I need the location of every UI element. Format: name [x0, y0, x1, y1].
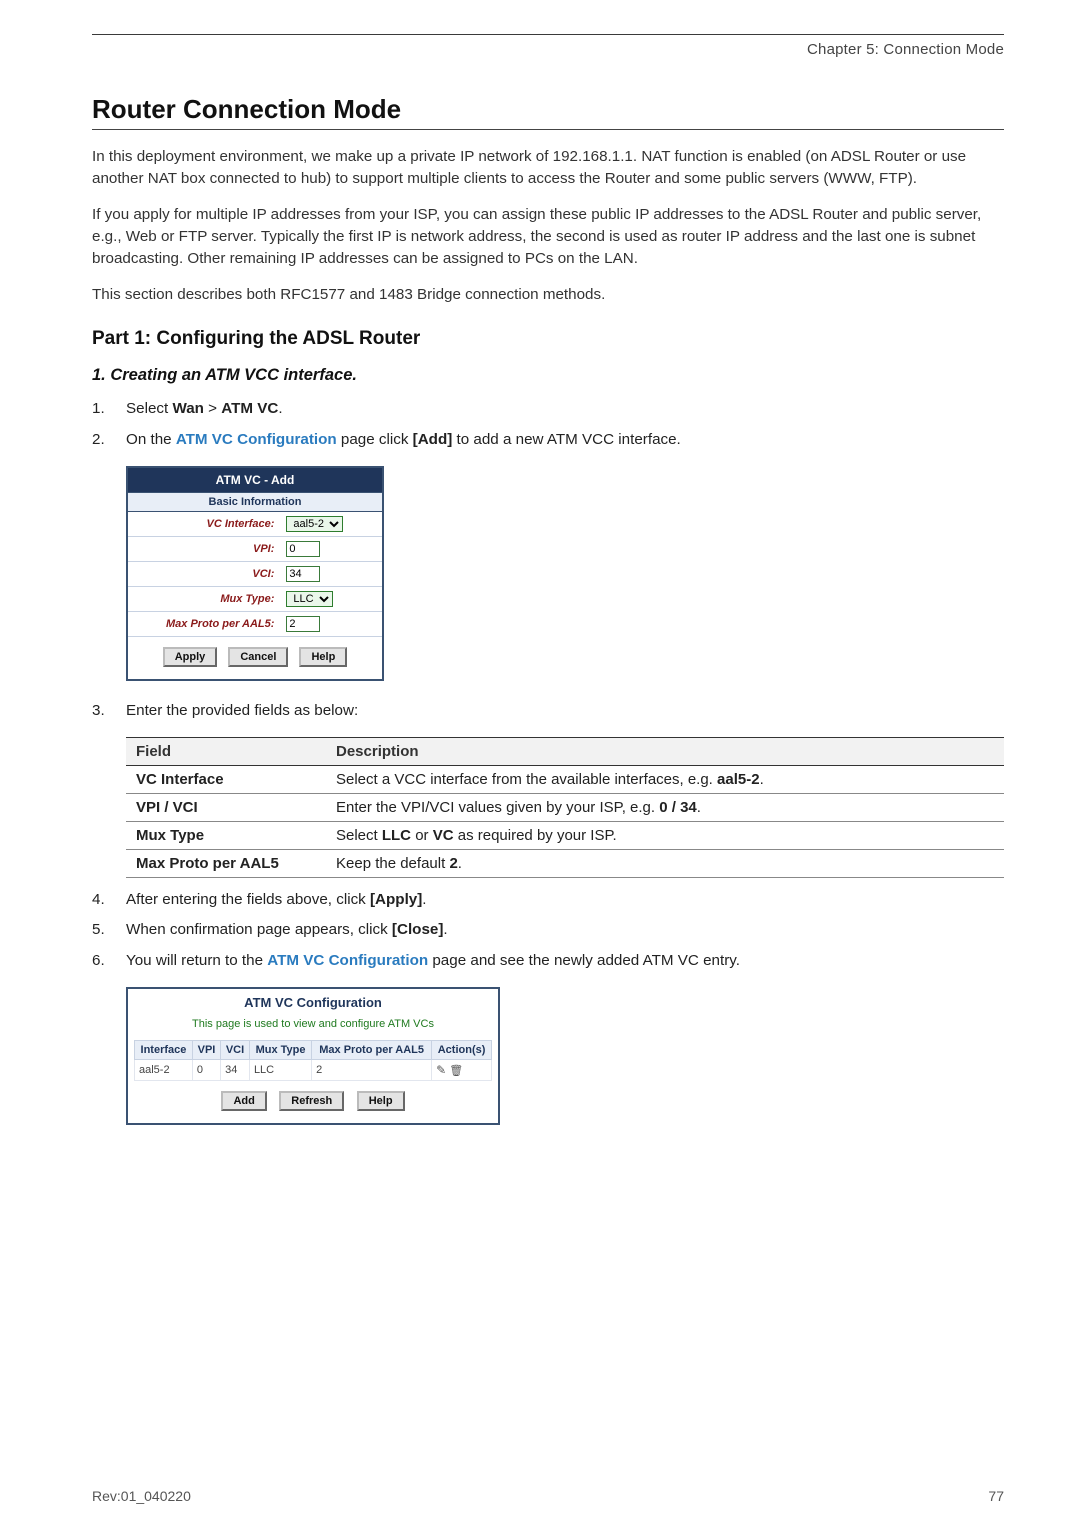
field-description-table: Field Description VC Interface Select a …: [126, 737, 1004, 878]
step-number: 1.: [92, 397, 126, 421]
atm-conf-title: ATM VC Configuration: [128, 989, 498, 1012]
mux-type-select[interactable]: LLC: [286, 591, 333, 607]
intro-para-2: If you apply for multiple IP addresses f…: [92, 204, 1004, 270]
atm-vc-config-link: ATM VC Configuration: [176, 431, 337, 448]
col-vci: VCI: [221, 1041, 250, 1060]
intro-para-3: This section describes both RFC1577 and …: [92, 284, 1004, 306]
refresh-button[interactable]: Refresh: [279, 1091, 344, 1111]
basic-info-header: Basic Information: [128, 492, 382, 511]
help-button[interactable]: Help: [299, 647, 347, 667]
step-2-text: On the ATM VC Configuration page click […: [126, 428, 1004, 452]
vci-input[interactable]: [286, 566, 320, 582]
intro-para-1: In this deployment environment, we make …: [92, 146, 1004, 190]
col-description: Description: [326, 738, 1004, 766]
step-number: 6.: [92, 949, 126, 973]
vc-interface-label: VC Interface:: [128, 511, 280, 536]
part1-heading: Part 1: Configuring the ADSL Router: [92, 328, 1004, 350]
step-4-text: After entering the fields above, click […: [126, 888, 1004, 912]
table-row: aal5-2 0 34 LLC 2: [135, 1060, 492, 1081]
col-interface: Interface: [135, 1041, 193, 1060]
step-1-text: Select Wan > ATM VC.: [126, 397, 1004, 421]
step-number: 5.: [92, 918, 126, 942]
vci-label: VCI:: [128, 561, 280, 586]
max-proto-input[interactable]: [286, 616, 320, 632]
table-row: VPI / VCI Enter the VPI/VCI values given…: [126, 794, 1004, 822]
mux-type-label: Mux Type:: [128, 586, 280, 611]
step-6-text: You will return to the ATM VC Configurat…: [126, 949, 1004, 973]
edit-icon[interactable]: [436, 1065, 446, 1077]
vc-interface-select[interactable]: aal5-2: [286, 516, 343, 532]
part1-subheading: 1. Creating an ATM VCC interface.: [92, 366, 1004, 385]
table-row: VC Interface Select a VCC interface from…: [126, 766, 1004, 794]
step-3-text: Enter the provided fields as below:: [126, 699, 1004, 723]
col-actions: Action(s): [432, 1041, 492, 1060]
max-proto-label: Max Proto per AAL5:: [128, 611, 280, 636]
table-row: Mux Type Select LLC or VC as required by…: [126, 822, 1004, 850]
col-vpi: VPI: [192, 1041, 220, 1060]
page-title: Router Connection Mode: [92, 94, 1004, 125]
step-5-text: When confirmation page appears, click [C…: [126, 918, 1004, 942]
col-maxproto: Max Proto per AAL5: [312, 1041, 432, 1060]
apply-button[interactable]: Apply: [163, 647, 218, 667]
revision-label: Rev:01_040220: [92, 1488, 191, 1504]
step-number: 2.: [92, 428, 126, 452]
table-row: Max Proto per AAL5 Keep the default 2.: [126, 850, 1004, 878]
cancel-button[interactable]: Cancel: [228, 647, 288, 667]
help-button[interactable]: Help: [357, 1091, 405, 1111]
atm-vc-add-panel: ATM VC - Add Basic Information VC Interf…: [126, 466, 384, 681]
col-field: Field: [126, 738, 326, 766]
atm-vc-config-panel: ATM VC Configuration This page is used t…: [126, 987, 500, 1125]
vpi-label: VPI:: [128, 536, 280, 561]
chapter-label: Chapter 5: Connection Mode: [92, 41, 1004, 58]
page-number: 77: [988, 1488, 1004, 1504]
step-number: 3.: [92, 699, 126, 723]
atm-vc-config-link: ATM VC Configuration: [267, 952, 428, 969]
add-button[interactable]: Add: [221, 1091, 266, 1111]
vpi-input[interactable]: [286, 541, 320, 557]
step-number: 4.: [92, 888, 126, 912]
atm-add-title: ATM VC - Add: [128, 468, 382, 492]
col-mux: Mux Type: [249, 1041, 311, 1060]
atm-conf-desc: This page is used to view and configure …: [128, 1012, 498, 1040]
delete-icon[interactable]: [449, 1065, 463, 1077]
